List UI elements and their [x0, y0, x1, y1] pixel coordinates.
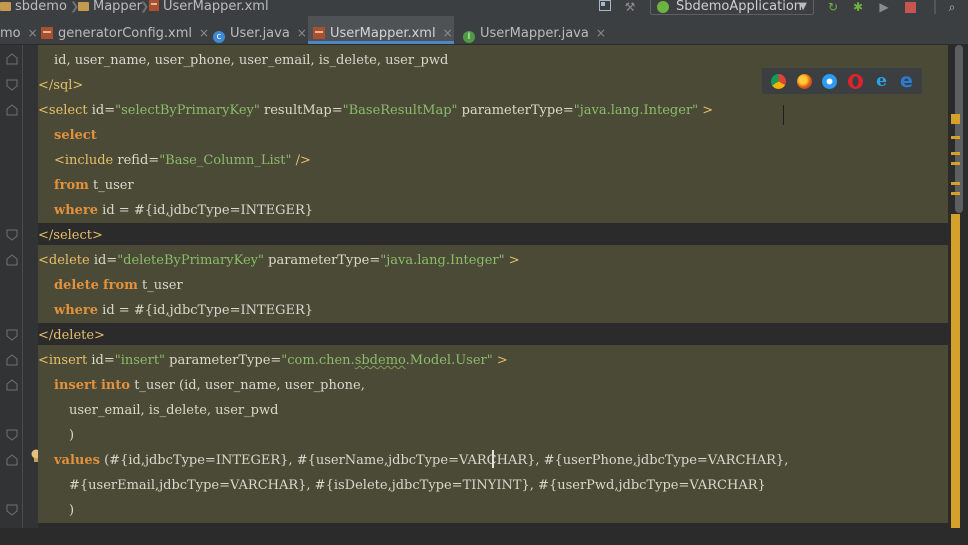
code-line: where id = #{id,jdbcType=INTEGER} — [54, 203, 314, 218]
selection-boundary — [783, 105, 784, 125]
fold-marker-icon[interactable] — [6, 79, 18, 91]
tab-generatorConfig-xml[interactable]: generatorConfig.xml × — [36, 16, 209, 44]
selection-gap — [38, 223, 948, 245]
selection-gap — [38, 323, 948, 345]
code-line: delete from t_user — [54, 278, 183, 293]
fold-marker-icon[interactable] — [6, 454, 18, 466]
search-icon[interactable]: ⌕ — [944, 0, 960, 14]
folder-icon — [78, 2, 89, 11]
xml-file-icon — [313, 27, 325, 39]
stop-icon[interactable] — [903, 0, 917, 14]
code-line: <include refid="Base_Column_List" /> — [54, 153, 311, 168]
code-line: select — [54, 128, 97, 143]
code-line: </sql> — [38, 78, 84, 93]
warning-marker[interactable] — [951, 192, 960, 195]
chrome-icon[interactable] — [771, 74, 786, 89]
breadcrumb-separator: ❯ — [70, 0, 80, 13]
warning-marker[interactable] — [951, 162, 960, 165]
fold-marker-icon[interactable] — [6, 379, 18, 391]
code-line: ) — [69, 503, 75, 518]
close-icon[interactable]: × — [297, 26, 307, 40]
fold-marker-icon[interactable] — [6, 104, 18, 116]
code-line: from t_user — [54, 178, 134, 193]
interface-icon: I — [463, 31, 475, 43]
firefox-icon[interactable] — [797, 74, 812, 89]
code-line: insert into t_user (id, user_name, user_… — [54, 378, 365, 393]
editor-tab-bar: mo × generatorConfig.xml × c User.java × Use… — [0, 16, 968, 45]
fold-marker-icon[interactable] — [6, 504, 18, 516]
folder-icon — [0, 2, 11, 11]
code-line: <select id="selectByPrimaryKey" resultMa… — [38, 103, 714, 118]
code-line: id, user_name, user_phone, user_email, i… — [54, 53, 449, 68]
code-line: values (#{id,jdbcType=INTEGER}, #{userNa… — [54, 453, 789, 468]
debug-icon[interactable]: ✱ — [851, 0, 865, 14]
vertical-scrollbar[interactable] — [955, 45, 963, 213]
warning-marker[interactable] — [951, 152, 960, 155]
code-line: </delete> — [38, 328, 105, 343]
code-line: ) — [69, 428, 75, 443]
warning-marker[interactable] — [951, 114, 960, 124]
tab-usermapper-java[interactable]: I UserMapper.java × — [458, 16, 608, 44]
layout-icon[interactable] — [598, 0, 612, 14]
xml-file-icon — [149, 0, 159, 11]
run-configuration-selector[interactable]: SbdemoApplication ▼ — [650, 0, 814, 15]
build-hammer-icon[interactable]: ⚒ — [622, 0, 638, 14]
safari-icon[interactable] — [822, 74, 837, 89]
browser-preview-bar: e e — [762, 68, 922, 94]
tab-partial[interactable]: mo × — [0, 16, 38, 44]
ie-icon[interactable]: e — [874, 73, 889, 90]
opera-icon[interactable] — [848, 74, 863, 89]
selection-gap — [38, 523, 948, 545]
gutter-divider — [22, 45, 23, 528]
selection-marker[interactable] — [951, 214, 960, 528]
fold-marker-icon[interactable] — [6, 229, 18, 241]
fold-marker-icon[interactable] — [6, 354, 18, 366]
warning-marker[interactable] — [951, 136, 960, 139]
spring-boot-icon — [657, 1, 669, 13]
edge-icon[interactable]: e — [899, 72, 914, 91]
toolbar-separator — [934, 0, 936, 14]
warning-marker[interactable] — [951, 182, 960, 185]
coverage-icon[interactable]: ▶ — [877, 0, 891, 14]
fold-marker-icon[interactable] — [6, 429, 18, 441]
code-line: #{userEmail,jdbcType=VARCHAR}, #{isDelet… — [69, 478, 766, 493]
fold-marker-icon[interactable] — [6, 254, 18, 266]
fold-marker-icon[interactable] — [6, 53, 18, 65]
class-icon: c — [213, 31, 225, 43]
breadcrumb-separator: ❯ — [140, 0, 150, 13]
tab-user-java[interactable]: c User.java × — [208, 16, 307, 44]
xml-file-icon — [41, 27, 53, 39]
close-icon[interactable]: × — [443, 26, 453, 40]
tab-usermapper-xml[interactable]: UserMapper.xml × — [308, 16, 454, 44]
breadcrumb-folder[interactable]: Mapper — [78, 0, 142, 16]
code-line: <insert id="insert" parameterType="com.c… — [38, 353, 508, 368]
close-icon[interactable]: × — [596, 26, 606, 40]
text-caret — [492, 450, 494, 468]
code-line: <delete id="deleteByPrimaryKey" paramete… — [38, 253, 520, 268]
chevron-down-icon: ▼ — [799, 1, 807, 12]
breadcrumb-project[interactable]: sbdemo — [0, 0, 67, 16]
fold-marker-icon[interactable] — [6, 329, 18, 341]
code-line: user_email, is_delete, user_pwd — [69, 403, 279, 418]
navigation-bar: sbdemo ❯ Mapper ❯ UserMapper.xml ⚒ Sbdem… — [0, 0, 968, 16]
code-line: </select> — [38, 228, 103, 243]
code-line: where id = #{id,jdbcType=INTEGER} — [54, 303, 314, 318]
breadcrumb-file[interactable]: UserMapper.xml — [149, 0, 269, 16]
rerun-icon[interactable]: ↻ — [826, 0, 840, 14]
